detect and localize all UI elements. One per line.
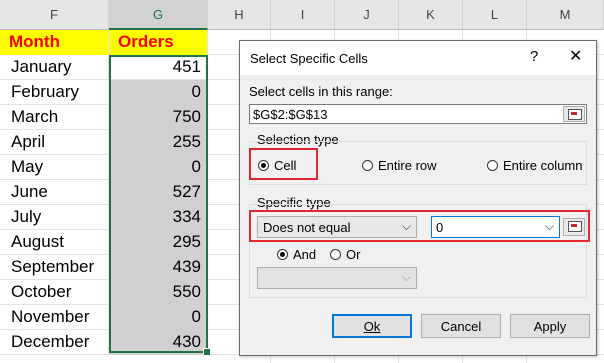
condition-value: Does not equal [263, 220, 351, 235]
dialog-title: Select Specific Cells [250, 51, 368, 66]
cell-month[interactable]: January [0, 55, 109, 80]
cancel-button[interactable]: Cancel [421, 314, 501, 338]
cell-month-header[interactable]: Month [0, 30, 109, 55]
radio-cell-dot [258, 160, 269, 171]
value-picker-button[interactable] [563, 218, 585, 236]
value-input[interactable]: 0 ⌵ [431, 216, 560, 238]
column-header-l[interactable]: L [463, 0, 527, 30]
cell-orders[interactable]: 0 [109, 305, 208, 330]
cell-month[interactable]: December [0, 330, 109, 355]
range-picker-button[interactable] [563, 106, 585, 122]
cell-orders[interactable]: 451 [109, 55, 208, 80]
cell-month[interactable]: September [0, 255, 109, 280]
value-text: 0 [436, 220, 444, 235]
cell-orders-header[interactable]: Orders [109, 30, 208, 55]
cancel-label: Cancel [440, 318, 482, 334]
column-header-k[interactable]: K [399, 0, 463, 30]
fill-handle[interactable] [203, 348, 211, 356]
close-icon[interactable]: ✕ [569, 46, 582, 66]
ok-label: Ok [363, 318, 381, 334]
range-value: $G$2:$G$13 [253, 107, 328, 122]
cell-month[interactable]: April [0, 130, 109, 155]
cell-month[interactable]: October [0, 280, 109, 305]
cell-orders[interactable]: 334 [109, 205, 208, 230]
value-picker-icon [568, 221, 582, 232]
condition2-dropdown[interactable]: ⌵ [257, 267, 417, 289]
range-label: Select cells in this range: [249, 84, 393, 99]
cell-orders[interactable]: 439 [109, 255, 208, 280]
column-header-h[interactable]: H [208, 0, 271, 30]
cell-orders[interactable]: 550 [109, 280, 208, 305]
cell-month[interactable]: May [0, 155, 109, 180]
radio-column-label: Entire column [503, 158, 583, 173]
radio-or[interactable]: Or [330, 247, 360, 262]
condition-dropdown[interactable]: Does not equal ⌵ [257, 216, 417, 238]
radio-row-label: Entire row [378, 158, 437, 173]
apply-button[interactable]: Apply [510, 314, 590, 338]
cell-orders[interactable]: 0 [109, 80, 208, 105]
chevron-down-icon: ⌵ [401, 270, 411, 284]
cell-orders[interactable]: 295 [109, 230, 208, 255]
cell-orders[interactable]: 527 [109, 180, 208, 205]
radio-row-dot [362, 160, 373, 171]
cell-month[interactable]: August [0, 230, 109, 255]
ok-button[interactable]: Ok [332, 314, 412, 338]
cell-month[interactable]: November [0, 305, 109, 330]
column-header-j[interactable]: J [335, 0, 399, 30]
cell-month[interactable]: February [0, 80, 109, 105]
cell-orders[interactable]: 0 [109, 155, 208, 180]
radio-or-dot [330, 249, 341, 260]
range-input[interactable]: $G$2:$G$13 [249, 104, 587, 124]
help-icon[interactable]: ? [530, 48, 538, 65]
radio-entire-column[interactable]: Entire column [487, 158, 582, 173]
cell-orders[interactable]: 750 [109, 105, 208, 130]
column-header-m[interactable]: M [527, 0, 604, 30]
cell-orders[interactable]: 255 [109, 130, 208, 155]
radio-and[interactable]: And [277, 247, 316, 262]
cell-month[interactable]: July [0, 205, 109, 230]
radio-cell[interactable]: Cell [258, 158, 296, 173]
column-header-i[interactable]: I [271, 0, 335, 30]
select-specific-cells-dialog: Select Specific Cells ? ✕ Select cells i… [239, 40, 597, 356]
chevron-down-icon: ⌵ [401, 219, 411, 233]
radio-and-dot [277, 249, 288, 260]
cell-month[interactable]: March [0, 105, 109, 130]
radio-cell-label: Cell [274, 158, 297, 173]
radio-and-label: And [293, 247, 317, 262]
column-header-f[interactable]: F [0, 0, 109, 30]
radio-or-label: Or [346, 247, 361, 262]
dialog-titlebar[interactable]: Select Specific Cells ? ✕ [240, 41, 596, 75]
apply-label: Apply [533, 318, 567, 334]
chevron-down-icon[interactable]: ⌵ [545, 219, 554, 234]
range-picker-icon [568, 109, 582, 120]
cell-orders[interactable]: 430 [109, 330, 208, 355]
radio-entire-row[interactable]: Entire row [362, 158, 437, 173]
radio-column-dot [487, 160, 498, 171]
column-header-g[interactable]: G [109, 0, 208, 30]
cell-month[interactable]: June [0, 180, 109, 205]
